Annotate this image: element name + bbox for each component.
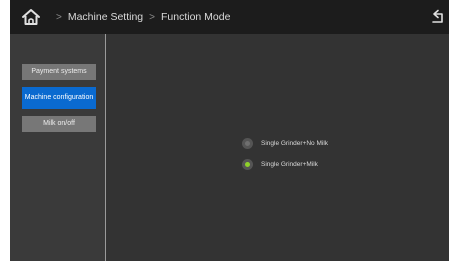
- home-icon: [22, 9, 40, 25]
- radio-button[interactable]: [242, 138, 253, 149]
- option-single-grinder-no-milk[interactable]: Single Grinder+No Milk: [242, 138, 328, 149]
- sidebar-item-payment-systems[interactable]: Payment systems: [22, 64, 96, 80]
- back-button[interactable]: [431, 9, 445, 25]
- app-screen: > Machine Setting > Function Mode Paymen…: [10, 0, 449, 261]
- breadcrumb-function-mode: Function Mode: [160, 11, 231, 23]
- top-bar: > Machine Setting > Function Mode: [10, 0, 449, 34]
- breadcrumb-separator: >: [149, 11, 155, 23]
- option-label: Single Grinder+No Milk: [261, 140, 329, 147]
- sidebar-item-machine-configuration[interactable]: Machine configuration: [22, 87, 96, 109]
- radio-button-selected[interactable]: [242, 159, 253, 170]
- radio-dot: [245, 141, 250, 146]
- radio-dot: [245, 162, 250, 167]
- home-button[interactable]: [20, 6, 42, 28]
- option-single-grinder-milk[interactable]: Single Grinder+Milk: [242, 159, 318, 170]
- option-label: Single Grinder+Milk: [261, 161, 318, 168]
- breadcrumb-machine-setting[interactable]: Machine Setting: [68, 11, 143, 23]
- sidebar: Payment systems Machine configuration Mi…: [10, 34, 106, 261]
- sidebar-item-milk-on-off[interactable]: Milk on/off: [22, 116, 96, 132]
- function-mode-panel: Single Grinder+No Milk Single Grinder+Mi…: [106, 34, 449, 261]
- back-arrow-icon: [432, 9, 443, 23]
- breadcrumb-separator: >: [56, 11, 62, 23]
